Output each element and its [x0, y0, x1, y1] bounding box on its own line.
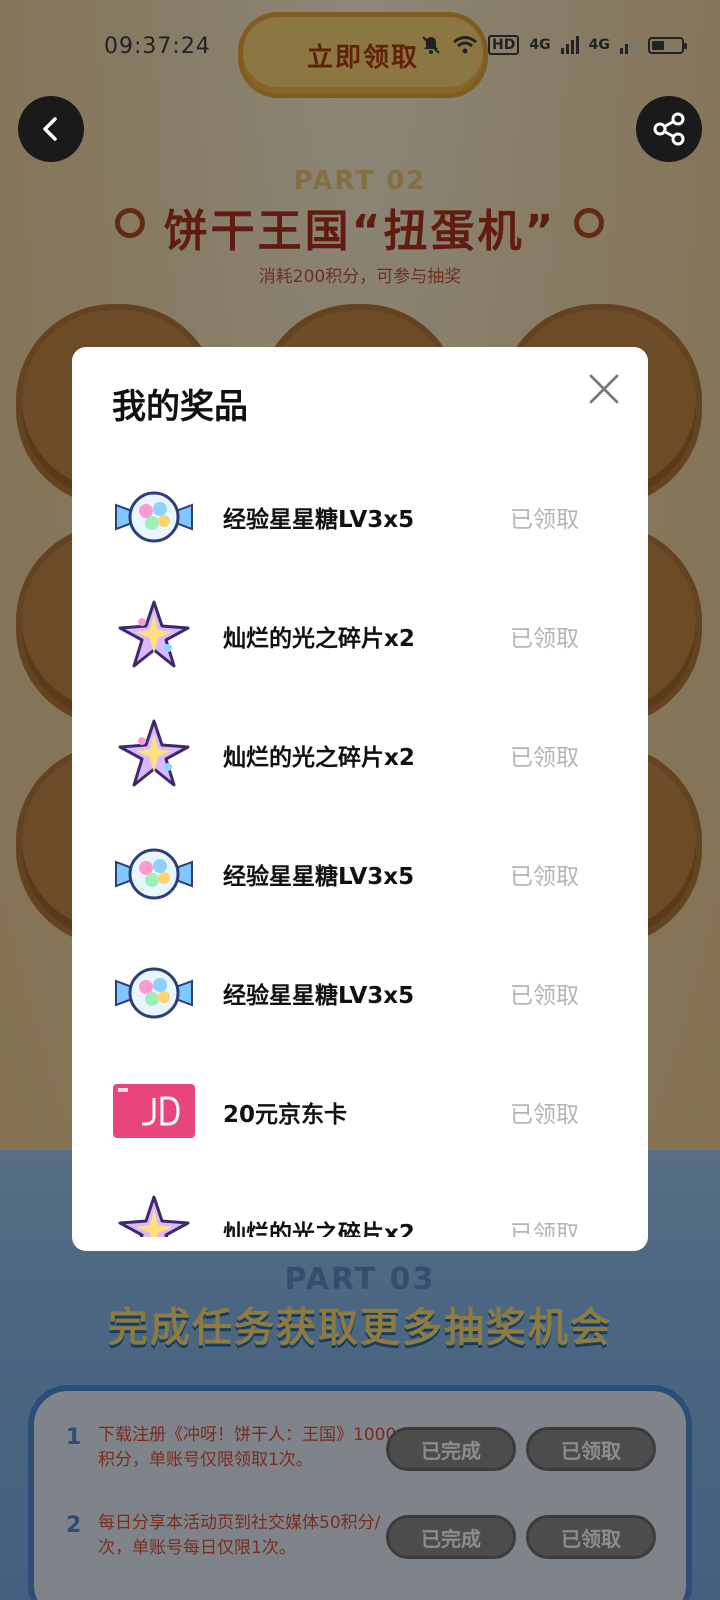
prize-item: 灿烂的光之碎片x2 已领取 [72, 1171, 648, 1237]
status-icons: HD 4G 4G [420, 34, 687, 56]
my-prizes-modal: 我的奖品 经验星星糖LV3x5 已领取 灿烂的光之碎片x2 已领取 灿烂的光之碎… [72, 347, 648, 1251]
prize-item: 经验星星糖LV3x5 已领取 [72, 814, 648, 933]
mute-bell-icon [422, 36, 440, 54]
star-shard-icon [118, 1195, 190, 1237]
hd-badge: HD [488, 35, 520, 55]
candy-icon [115, 967, 193, 1019]
signal-bars-icon [560, 36, 579, 54]
chevron-left-icon [43, 117, 57, 141]
prize-item: 经验星星糖LV3x5 已领取 [72, 457, 648, 576]
prize-name: 灿烂的光之碎片x2 [223, 626, 415, 652]
prize-list[interactable]: 经验星星糖LV3x5 已领取 灿烂的光之碎片x2 已领取 灿烂的光之碎片x2 已… [72, 427, 648, 1237]
prize-claimed-status: 已领取 [510, 507, 579, 533]
star-shard-icon [118, 600, 190, 668]
prize-name: 灿烂的光之碎片x2 [223, 745, 415, 771]
prize-item: 20元京东卡 已领取 [72, 1052, 648, 1171]
battery-icon [647, 36, 687, 54]
close-icon [589, 374, 619, 404]
prize-claimed-status: 已领取 [510, 626, 579, 652]
prize-name: 20元京东卡 [223, 1102, 348, 1128]
prize-claimed-status: 已领取 [510, 1221, 579, 1237]
prize-item: 经验星星糖LV3x5 已领取 [72, 933, 648, 1052]
modal-title: 我的奖品 [112, 387, 248, 427]
star-shard-icon [118, 719, 190, 787]
close-button[interactable] [586, 371, 622, 407]
prize-claimed-status: 已领取 [510, 745, 579, 771]
share-button[interactable] [636, 96, 702, 162]
signal-4g-2: 4G [588, 37, 610, 53]
signal-4g-1: 4G [529, 37, 551, 53]
jd-card-icon [113, 1084, 195, 1138]
wifi-icon [453, 36, 477, 54]
status-time: 09:37:24 [104, 34, 211, 59]
prize-item: 灿烂的光之碎片x2 已领取 [72, 576, 648, 695]
prize-claimed-status: 已领取 [510, 864, 579, 890]
share-icon [653, 112, 685, 146]
candy-icon [115, 491, 193, 543]
back-button[interactable] [18, 96, 84, 162]
candy-icon [115, 848, 193, 900]
prize-name: 灿烂的光之碎片x2 [223, 1221, 415, 1237]
prize-claimed-status: 已领取 [510, 983, 579, 1009]
prize-name: 经验星星糖LV3x5 [223, 983, 415, 1009]
status-bar: 09:37:24 HD 4G 4G [0, 0, 720, 96]
signal-bars-icon [619, 36, 638, 54]
prize-name: 经验星星糖LV3x5 [223, 864, 415, 890]
prize-claimed-status: 已领取 [510, 1102, 579, 1128]
prize-item: 灿烂的光之碎片x2 已领取 [72, 695, 648, 814]
prize-name: 经验星星糖LV3x5 [223, 507, 415, 533]
